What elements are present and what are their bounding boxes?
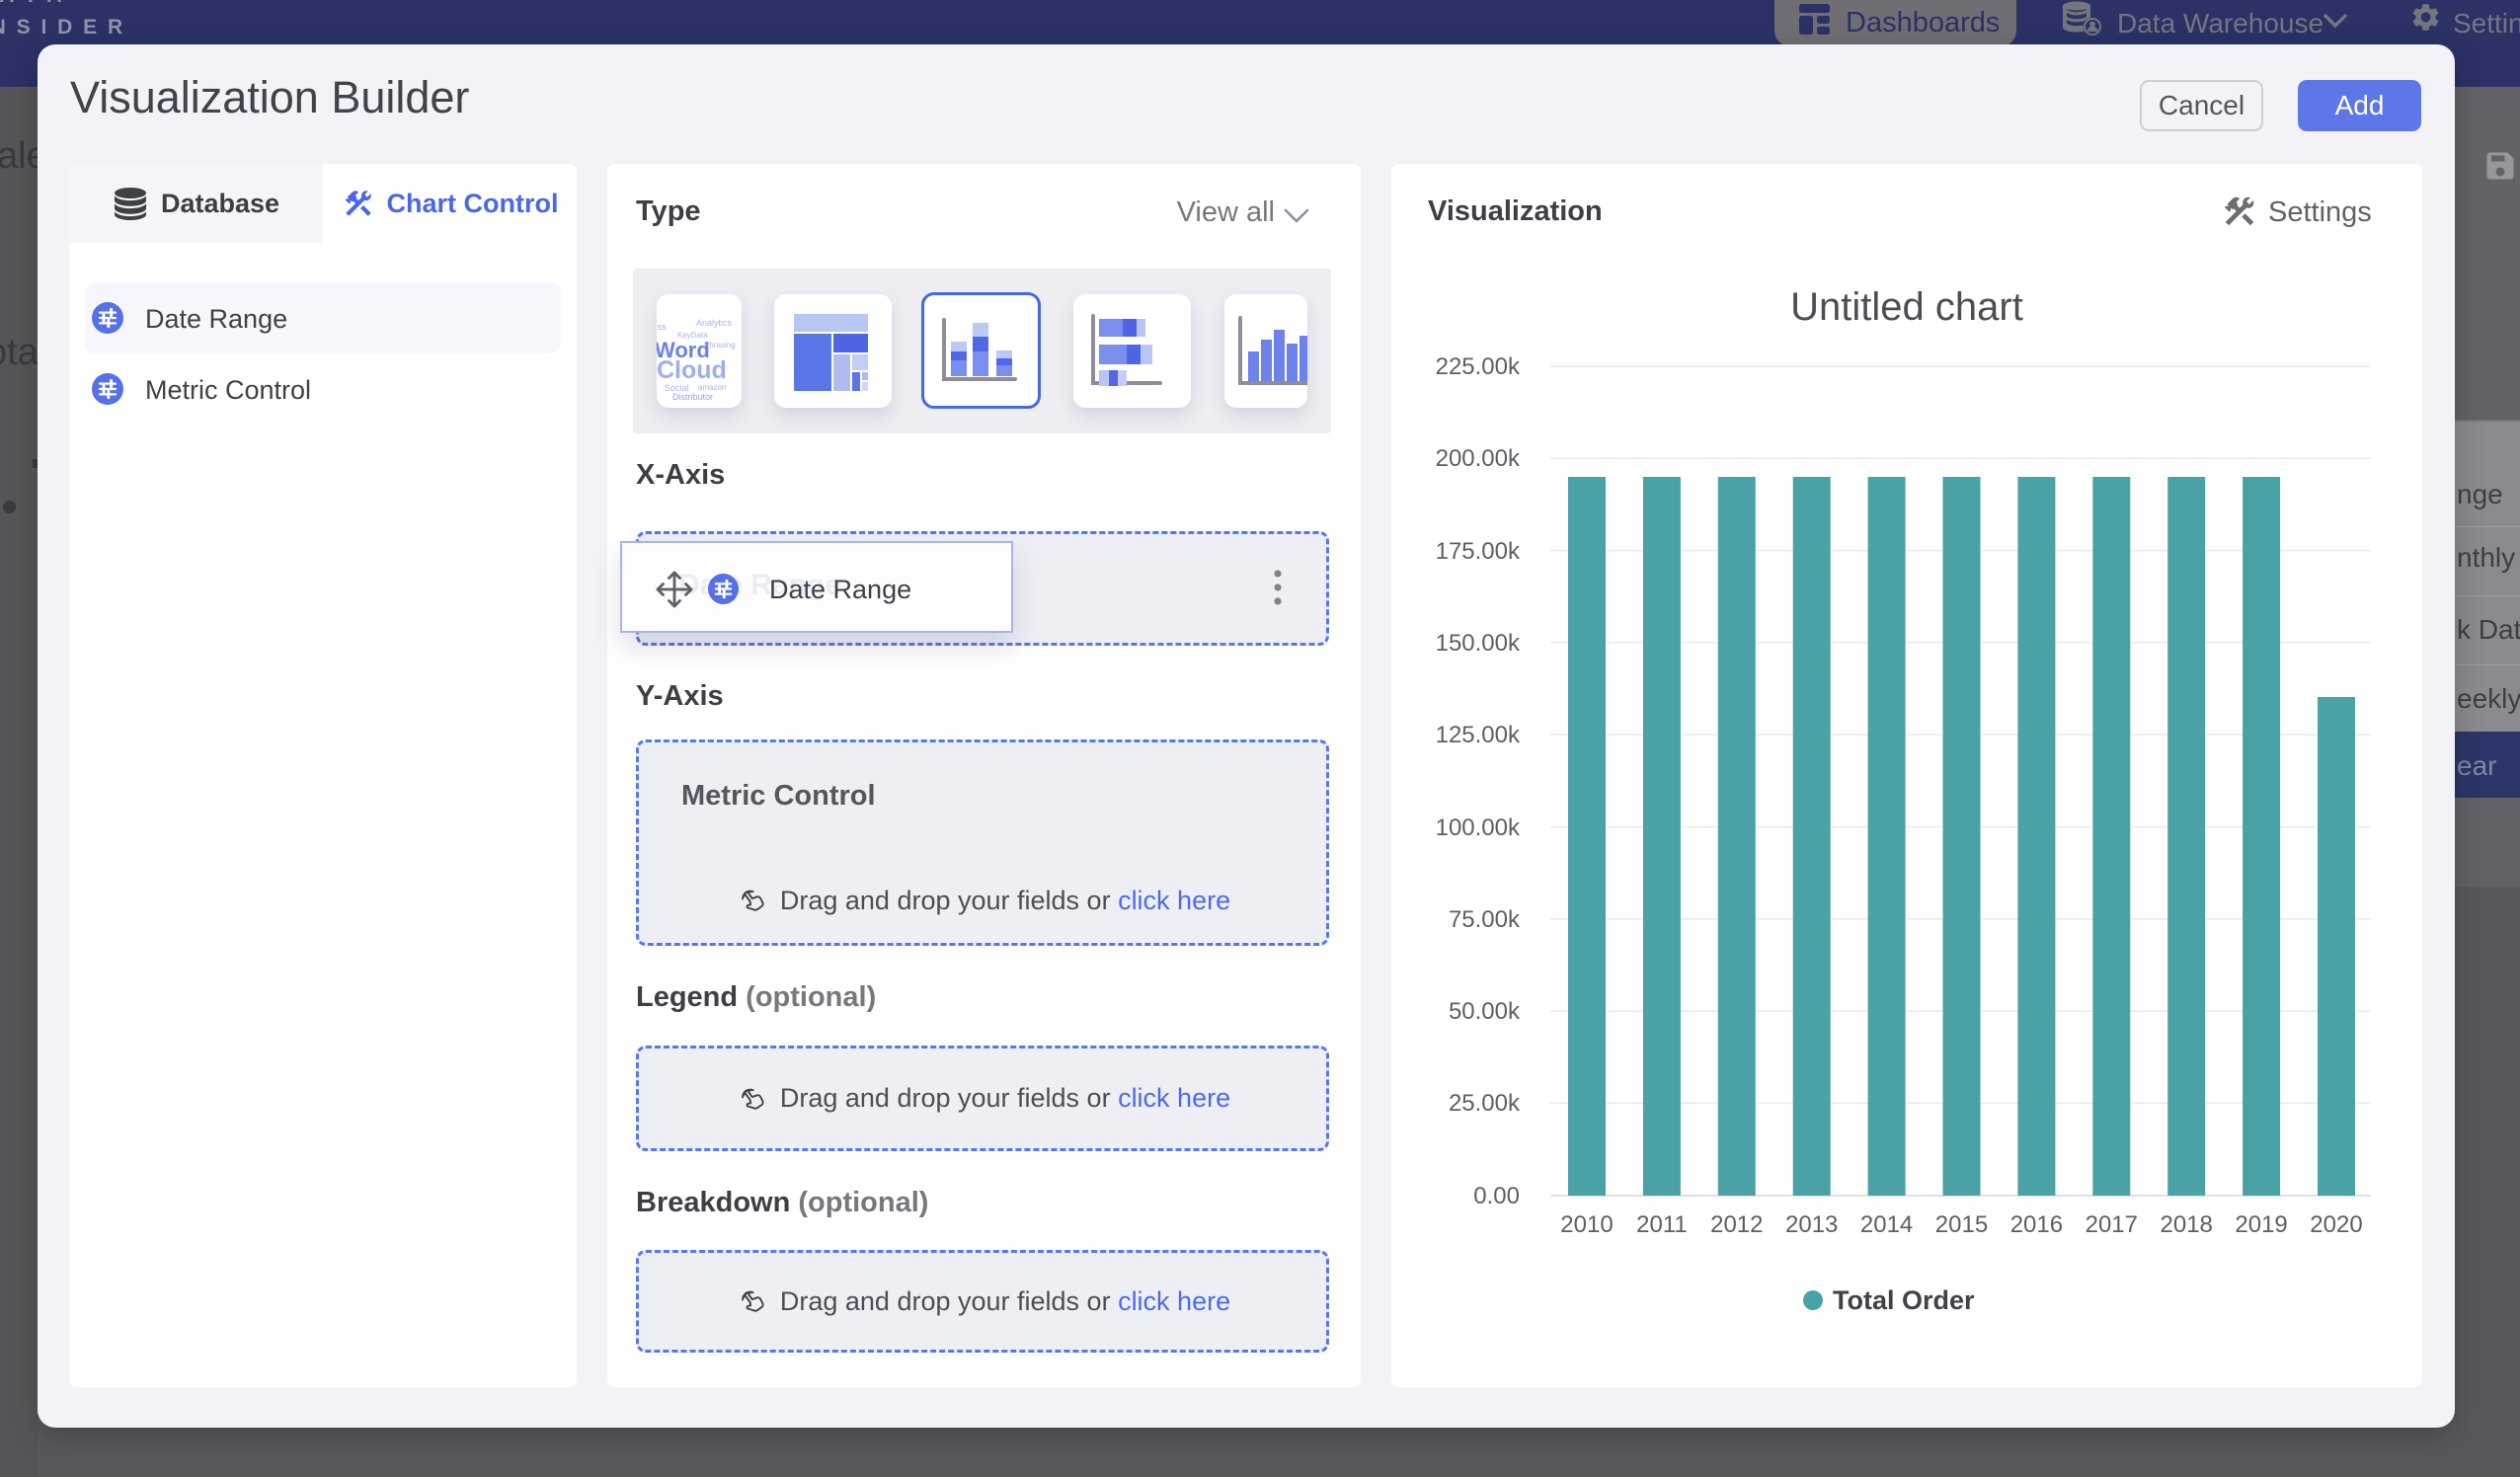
svg-text:225.00k: 225.00k (1436, 353, 1521, 380)
svg-text:2016: 2016 (2010, 1211, 2063, 1238)
svg-text:150.00k: 150.00k (1436, 630, 1521, 657)
svg-text:50.00k: 50.00k (1449, 998, 1521, 1025)
svg-text:Phrasing: Phrasing (704, 341, 736, 350)
svg-text:Distributor: Distributor (672, 392, 713, 402)
svg-text:2019: 2019 (2235, 1211, 2287, 1238)
svg-text:2013: 2013 (1785, 1211, 1838, 1238)
svg-text:175.00k: 175.00k (1436, 538, 1521, 565)
svg-text:2020: 2020 (2310, 1211, 2362, 1238)
svg-text:25.00k: 25.00k (1449, 1090, 1521, 1117)
svg-text:Total Order: Total Order (1833, 1285, 1975, 1315)
svg-text:Cloud: Cloud (657, 356, 727, 384)
svg-text:2017: 2017 (2086, 1211, 2138, 1238)
svg-text:2011: 2011 (1636, 1211, 1688, 1238)
svg-text:125.00k: 125.00k (1436, 722, 1521, 748)
svg-text:100.00k: 100.00k (1436, 815, 1521, 841)
svg-text:Analytics: Analytics (696, 318, 733, 328)
svg-text:2014: 2014 (1860, 1211, 1913, 1238)
svg-text:75.00k: 75.00k (1449, 906, 1521, 933)
svg-text:0.00: 0.00 (1473, 1183, 1520, 1209)
svg-text:siness: siness (657, 322, 667, 332)
svg-text:amazon: amazon (698, 383, 726, 392)
svg-text:2018: 2018 (2161, 1211, 2213, 1238)
svg-text:2015: 2015 (1935, 1211, 1988, 1238)
svg-text:200.00k: 200.00k (1436, 445, 1521, 472)
svg-text:2012: 2012 (1710, 1211, 1763, 1238)
svg-text:2010: 2010 (1560, 1211, 1613, 1238)
